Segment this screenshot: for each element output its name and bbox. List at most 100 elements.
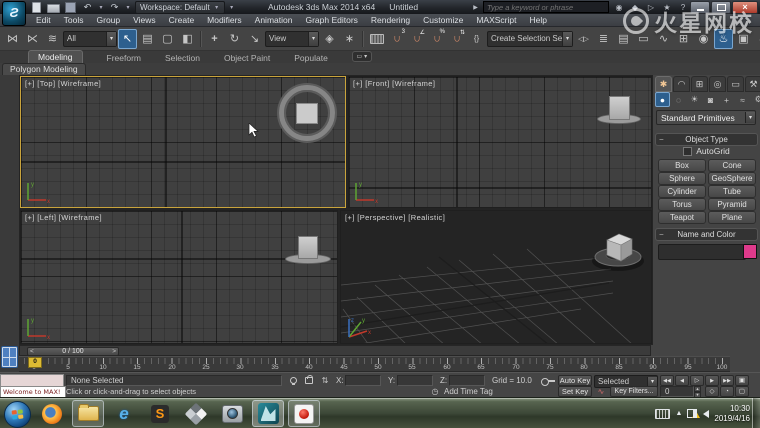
mirror-button[interactable]: ◁▷ [574,29,593,49]
new-file-button[interactable] [30,2,43,13]
browse-arrow-icon[interactable]: ▶ [472,4,479,11]
ribbon-tab-freeform[interactable]: Freeform [107,53,141,63]
pan-view-button[interactable]: ◇ [705,386,719,397]
spinner-snap-toggle-button[interactable]: ∩⇅ [447,29,466,49]
sign-in-key-icon[interactable]: ◆ [629,3,641,12]
x-coordinate-field[interactable] [345,375,381,386]
auto-key-button[interactable]: Auto Key [558,375,592,386]
workspace-dropdown[interactable]: Workspace: Default ▾ [135,1,225,14]
show-desktop-button[interactable] [752,398,760,428]
category-shapes[interactable]: ◌ [671,92,686,107]
render-production-button[interactable]: ♨ [754,29,760,49]
material-editor-button[interactable]: ◉ [694,29,713,49]
select-and-move-button[interactable]: + [205,29,224,49]
menu-group[interactable]: Group [97,15,121,25]
primitive-category-dropdown[interactable]: Standard Primitives ▾ [656,110,756,125]
viewport-perspective-label[interactable]: [+] [Perspective] [Realistic] [345,213,445,222]
pyramid-button[interactable]: Pyramid [708,198,756,211]
select-and-manipulate-button[interactable]: ∗ [340,29,359,49]
maximize-button[interactable] [711,1,731,14]
next-frame-button[interactable]: ▶ [705,375,719,386]
reference-coordinate-dropdown[interactable]: View ▾ [265,31,319,47]
viewport-left-label[interactable]: [+] [Left] [Wireframe] [25,213,102,222]
select-and-link-button[interactable]: ⋈ [3,29,22,49]
menu-maxscript[interactable]: MAXScript [476,15,516,25]
3dsmax-logo-button[interactable]: Ƨ [2,1,26,26]
set-keys-key-icon[interactable] [541,377,555,385]
go-to-end-button[interactable]: ▶▶ [720,375,734,386]
time-slider-handle[interactable]: < 0 / 100 > [27,347,119,356]
new-key-curve-icon[interactable]: ∿ [594,386,608,397]
category-geometry[interactable]: ● [655,92,670,107]
curve-editor-button[interactable]: ∿ [654,29,673,49]
select-and-scale-button[interactable]: ↘ [245,29,264,49]
frame-spinner[interactable]: ▴ ▾ [694,386,701,397]
isolate-selection-icon[interactable] [286,375,300,386]
autogrid-checkbox[interactable] [683,147,692,156]
track-bar[interactable]: 0 5 10 15 20 25 30 35 40 45 50 55 60 65 … [19,356,730,372]
category-systems[interactable]: ⚙ [751,92,760,107]
taskbar-recorder[interactable] [288,400,320,427]
tab-modify[interactable]: ◠ [673,76,690,92]
torus-button[interactable]: Torus [658,198,706,211]
save-file-button[interactable] [64,2,77,13]
menu-customize[interactable]: Customize [423,15,463,25]
polygon-modeling-panel[interactable]: Polygon Modeling [2,63,86,75]
category-space-warps[interactable]: ≈ [735,92,750,107]
previous-frame-button[interactable]: ◀ [675,375,689,386]
menu-create[interactable]: Create [169,15,195,25]
tube-button[interactable]: Tube [708,185,756,198]
tab-display[interactable]: ▭ [727,76,744,92]
search-input[interactable] [483,1,609,13]
maximize-viewport-toggle[interactable]: ▢ [735,386,749,397]
ribbon-tab-populate[interactable]: Populate [294,53,328,63]
taskbar-unity[interactable] [180,400,212,427]
add-time-tag[interactable]: Add Time Tag [444,386,493,397]
sphere-button[interactable]: Sphere [658,172,706,185]
taskbar-clock[interactable]: 10:30 2019/4/16 [714,404,750,424]
ribbon-tab-object-paint[interactable]: Object Paint [224,53,270,63]
menu-tools[interactable]: Tools [64,15,84,25]
set-key-button[interactable]: Set Key [558,386,592,397]
box-object-left-view[interactable] [298,236,318,259]
keyboard-shortcut-override-button[interactable] [367,29,386,49]
tab-utilities[interactable]: ⚒ [745,76,760,92]
use-pivot-point-center-button[interactable]: ◈ [320,29,339,49]
schematic-view-button[interactable]: ⊞ [674,29,693,49]
category-cameras[interactable]: ◙ [703,92,718,107]
ribbon-tab-selection[interactable]: Selection [165,53,200,63]
play-button[interactable]: ▷ [690,375,704,386]
angle-snap-toggle-button[interactable]: ∩∠ [407,29,426,49]
render-setup-button[interactable]: ♨ [714,29,733,49]
viewport-perspective[interactable]: [+] [Perspective] [Realistic] [340,210,652,344]
ribbon-toggle-button[interactable]: ▭ [634,29,653,49]
redo-dropdown-arrow[interactable]: ▾ [125,4,131,11]
minimize-button[interactable] [690,1,710,14]
select-object-button[interactable]: ↖ [118,29,137,49]
zoom-extents-button[interactable]: ▣ [735,375,749,386]
box-object-top-view[interactable] [296,103,318,124]
time-tag-clock-icon[interactable]: ◷ [428,386,442,397]
viewport-top[interactable]: [+] [Top] [Wireframe] x y [20,76,346,208]
time-slider[interactable]: < 0 / 100 > [19,345,651,356]
box-object-front-view[interactable] [609,96,630,120]
align-button[interactable]: ≣ [594,29,613,49]
taskbar-internet-explorer[interactable]: e [108,400,140,427]
taskbar-sublime[interactable]: S [144,400,176,427]
taskbar-3dsmax[interactable] [252,400,284,427]
geosphere-button[interactable]: GeoSphere [708,172,756,185]
menu-views[interactable]: Views [133,15,156,25]
object-name-field[interactable] [658,244,746,260]
open-file-button[interactable] [47,2,60,13]
viewport-left[interactable]: [+] [Left] [Wireframe] x y [20,210,338,344]
undo-button[interactable]: ↶ [81,2,94,13]
object-color-swatch[interactable] [743,244,757,259]
cone-button[interactable]: Cone [708,159,756,172]
viewport-layout-tab[interactable] [1,346,18,368]
teapot-button[interactable]: Teapot [658,211,706,224]
close-button[interactable]: × [732,1,758,14]
menu-rendering[interactable]: Rendering [371,15,410,25]
select-and-rotate-button[interactable]: ↻ [225,29,244,49]
box-button[interactable]: Box [658,159,706,172]
y-coordinate-field[interactable] [397,375,433,386]
